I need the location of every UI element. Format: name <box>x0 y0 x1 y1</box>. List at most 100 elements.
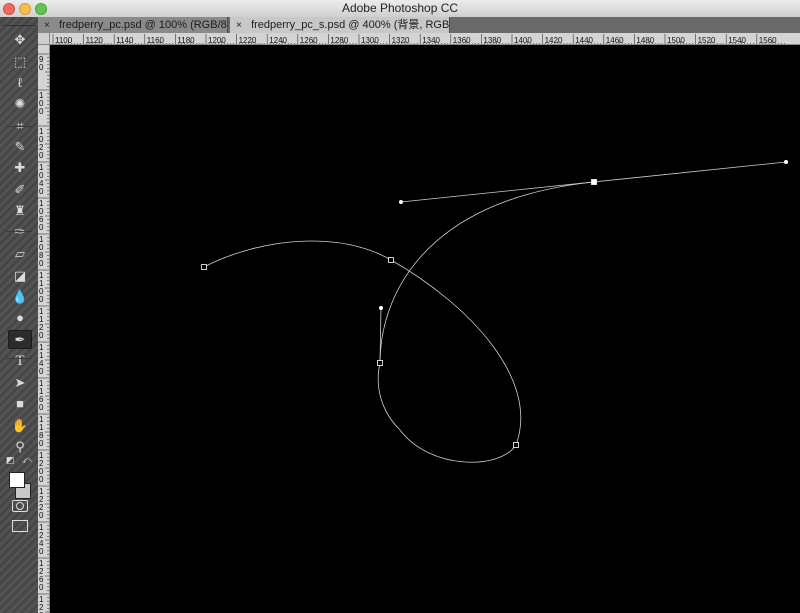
ruler-label: 1380 <box>483 36 501 45</box>
ruler-label: 1180 <box>177 36 195 45</box>
toolbar-divider <box>6 126 32 127</box>
ruler-label: 1460 <box>606 36 624 45</box>
ruler-label: 1300 <box>361 36 379 45</box>
ruler-label: 1420 <box>545 36 563 45</box>
magic-wand-icon: ✺ <box>14 95 26 111</box>
ruler-origin[interactable] <box>38 33 50 45</box>
close-tab-icon[interactable]: × <box>236 18 248 33</box>
tab-label: fredperry_pc.psd @ 100% (RGB/8#) * <box>59 19 228 31</box>
ruler-label: 1020 <box>39 127 44 160</box>
ruler-label: 1200 <box>208 36 226 45</box>
zoom-window-button[interactable] <box>35 3 47 15</box>
minimize-window-button[interactable] <box>19 3 31 15</box>
ruler-label: 1260 <box>300 36 318 45</box>
ruler-label: 1240 <box>39 523 44 556</box>
move-tool[interactable]: ✥ <box>8 30 32 49</box>
ruler-label: 1260 <box>39 559 44 592</box>
direction-handle-point <box>399 200 403 204</box>
ruler-label: 1480 <box>636 36 654 45</box>
document-tab-bar: × fredperry_pc.psd @ 100% (RGB/8#) * × f… <box>38 17 800 34</box>
hand-tool[interactable]: ✋ <box>8 416 32 435</box>
eraser-icon: ▱ <box>15 245 25 261</box>
ruler-label: 1400 <box>514 36 532 45</box>
document-canvas[interactable] <box>50 45 800 613</box>
blur-tool[interactable]: 💧 <box>8 287 32 306</box>
paint-bucket-tool[interactable]: ◪ <box>8 266 32 285</box>
ruler-label: 1360 <box>453 36 471 45</box>
foreground-color-swatch[interactable] <box>9 472 25 488</box>
direction-handle-point <box>784 160 788 164</box>
direction-handle-point <box>379 306 383 310</box>
close-tab-icon[interactable]: × <box>44 18 56 33</box>
ruler-label: 1120 <box>39 307 44 340</box>
rectangle-tool[interactable]: ■ <box>8 394 32 413</box>
pen-icon: ✒ <box>14 331 26 347</box>
path-selection-tool[interactable]: ➤ <box>8 373 32 392</box>
screen-mode-icon[interactable] <box>12 520 28 532</box>
panel-grip[interactable] <box>2 19 36 26</box>
brush-tool[interactable]: ✐ <box>8 180 32 199</box>
lasso-tool[interactable]: ℓ <box>8 73 32 92</box>
work-path[interactable] <box>50 45 800 613</box>
anchor-point <box>513 442 519 448</box>
app-title: Adobe Photoshop CC <box>341 1 459 15</box>
healing-brush-tool[interactable]: ✚ <box>8 158 32 177</box>
tools-panel: ✥ ⬚ ℓ ✺ ⌗ ✎ ✚ ✐ ♜ ✑ ▱ ◪ 💧 ● ✒ T ➤ ■ ✋ ⚲ ◩ ⤺ <box>0 17 38 613</box>
marquee-tool[interactable]: ⬚ <box>8 52 32 71</box>
paint-bucket-icon: ◪ <box>13 267 27 283</box>
eyedropper-icon: ✎ <box>14 138 26 154</box>
swap-colors-icon[interactable]: ⤺ <box>22 455 32 466</box>
ruler-label: 1180 <box>39 415 44 448</box>
quick-mask-icon[interactable] <box>12 500 28 512</box>
rectangular-marquee-icon: ⬚ <box>13 53 27 69</box>
ruler-label: 1160 <box>147 36 165 45</box>
document-tab-2[interactable]: × fredperry_pc_s.psd @ 400% (背景, RGB/8) … <box>230 17 450 33</box>
ruler-label: 100 <box>39 91 44 116</box>
title-bar: Adobe Photoshop CC <box>0 0 800 18</box>
anchor-point <box>591 179 597 185</box>
ruler-label: 1080 <box>39 235 44 268</box>
ruler-label: 90 <box>39 55 44 72</box>
ruler-label: 1340 <box>422 36 440 45</box>
dodge-tool[interactable]: ● <box>8 308 32 327</box>
eraser-tool[interactable]: ▱ <box>8 244 32 263</box>
type-icon: T <box>15 353 25 369</box>
move-icon: ✥ <box>14 31 26 47</box>
ruler-label: 1440 <box>575 36 593 45</box>
magic-wand-tool[interactable]: ✺ <box>8 94 32 113</box>
zoom-tool[interactable]: ⚲ <box>8 437 32 456</box>
ruler-label: 1280 <box>330 36 348 45</box>
path-selection-arrow-icon: ➤ <box>14 374 26 390</box>
eyedropper-tool[interactable]: ✎ <box>8 137 32 156</box>
toolbar-divider <box>6 231 32 232</box>
rectangle-shape-icon: ■ <box>16 396 24 411</box>
ruler-label: 1540 <box>728 36 746 45</box>
hand-icon: ✋ <box>11 417 29 433</box>
ruler-label: 1100 <box>39 271 44 304</box>
ruler-label: 1560 <box>759 36 777 45</box>
path-curve <box>203 181 595 463</box>
bandage-icon: ✚ <box>14 159 26 175</box>
blur-drop-icon: 💧 <box>11 288 29 304</box>
ruler-label: 1200 <box>39 451 44 484</box>
clone-stamp-tool[interactable]: ♜ <box>8 201 32 220</box>
ruler-label: 1280 <box>39 595 44 613</box>
anchor-point <box>388 257 394 263</box>
ruler-label: 1120 <box>86 36 104 45</box>
ruler-label: 1520 <box>698 36 716 45</box>
ruler-label: 1500 <box>667 36 685 45</box>
ruler-label: 1240 <box>269 36 287 45</box>
ruler-label: 1220 <box>39 487 44 520</box>
ruler-label: 1320 <box>392 36 410 45</box>
vertical-ruler[interactable]: 90 100 1020 1040 1060 1080 1100 1120 1140 1160 118… <box>38 45 50 613</box>
ruler-label: 1040 <box>39 163 44 196</box>
type-tool[interactable]: T <box>8 352 32 371</box>
pen-tool[interactable]: ✒ <box>8 330 32 349</box>
ruler-label: 1060 <box>39 199 44 232</box>
anchor-point <box>201 264 207 270</box>
default-colors-icon[interactable]: ◩ <box>6 456 15 465</box>
ruler-label: 1160 <box>39 379 44 412</box>
horizontal-ruler[interactable]: 1100 1120 1140 1160 1180 1200 1220 1240 1260 1280… <box>50 33 800 45</box>
document-tab-1[interactable]: × fredperry_pc.psd @ 100% (RGB/8#) * <box>38 17 228 33</box>
close-window-button[interactable] <box>3 3 15 15</box>
